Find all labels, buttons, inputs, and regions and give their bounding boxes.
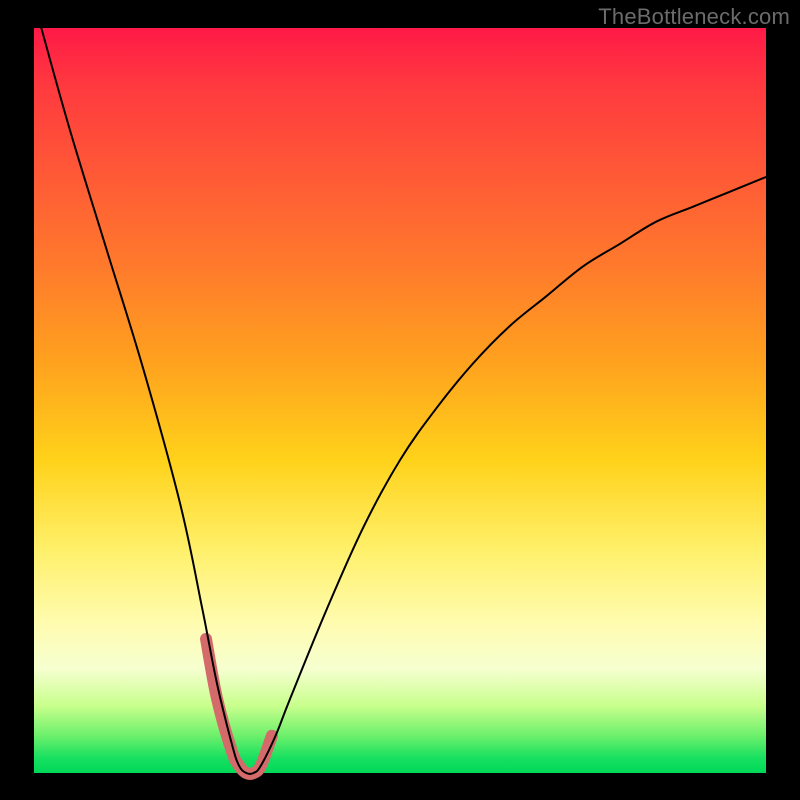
chart-frame: TheBottleneck.com [0,0,800,800]
plot-area [34,28,766,773]
curve-layer [34,28,766,773]
highlight-band [206,639,272,774]
watermark-text: TheBottleneck.com [598,4,790,30]
bottleneck-curve [41,28,766,774]
